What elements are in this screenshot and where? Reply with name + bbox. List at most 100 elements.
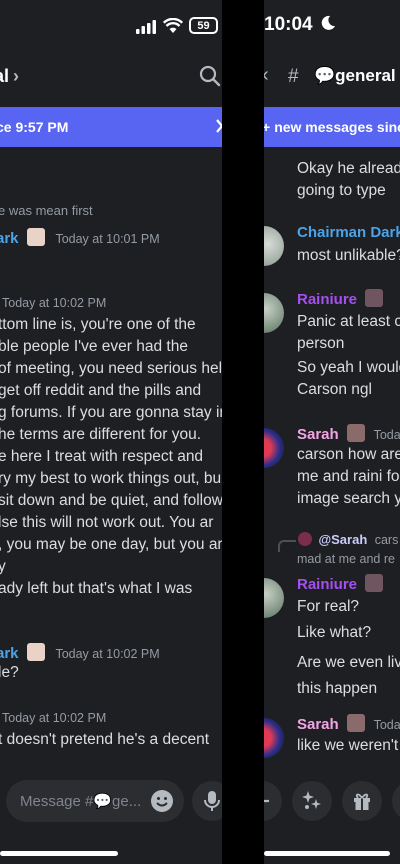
emoji-icon[interactable] <box>150 789 174 818</box>
status-bar-right: 10:04 <box>264 0 400 52</box>
role-badge-icon <box>365 289 384 307</box>
battery-icon: 59 <box>189 17 218 34</box>
avatar[interactable] <box>264 293 284 333</box>
apps-button[interactable] <box>392 781 400 821</box>
avatar[interactable] <box>264 226 284 266</box>
message-line: For real? <box>297 598 360 615</box>
search-icon[interactable] <box>199 65 221 92</box>
message-text: like we weren't <box>297 737 399 754</box>
avatar[interactable] <box>264 578 284 618</box>
message-line: get off reddit and the pills and <box>0 382 202 399</box>
message-placeholder: Message #💬ge... <box>20 793 142 810</box>
message-line: e here I treat with respect and <box>0 448 204 465</box>
message-line: Are we even liv <box>297 654 400 671</box>
wifi-icon <box>162 17 184 39</box>
message-line: Panic at least c <box>297 313 400 330</box>
message-line: image search yo <box>297 490 400 507</box>
author-name[interactable]: ark <box>0 230 19 247</box>
home-indicator <box>264 851 390 856</box>
split-divider <box>222 0 264 864</box>
message-header: Sarah Today <box>297 424 400 444</box>
mic-icon[interactable] <box>192 781 222 821</box>
message-text: t doesn't pretend he's a decent <box>0 731 210 748</box>
author-name[interactable]: Chairman Dark <box>297 224 400 241</box>
message-line: person <box>297 335 345 352</box>
reply-connector <box>278 540 296 552</box>
message-header: Sarah Today <box>297 714 400 734</box>
message-text: ady left but that's what I was <box>0 580 193 597</box>
role-badge-icon <box>347 714 366 732</box>
clock: 10:04 <box>264 14 336 37</box>
message-line: Okay he alread <box>297 160 400 177</box>
reply-text: cars <box>374 533 399 547</box>
reply-text: mad at me and re <box>297 552 395 566</box>
reply-snippet[interactable]: e was mean first <box>0 203 93 218</box>
home-indicator <box>0 851 118 856</box>
new-messages-banner[interactable]: + new messages since <box>264 107 400 147</box>
message-line: ry my best to work things out, bu <box>0 470 222 487</box>
message-body: Okay he alread going to type <box>297 158 400 202</box>
role-badge-icon <box>26 228 45 246</box>
left-pane: 59 al› ce 9:57 PM e was mean first ark T… <box>0 0 222 864</box>
timestamp: Today <box>373 428 400 442</box>
reply-mention: @Sarah <box>318 532 368 547</box>
channel-header-left: al› <box>0 52 222 104</box>
hash-icon: # <box>288 66 299 87</box>
banner-text: ce 9:57 PM <box>0 119 69 135</box>
author-name[interactable]: Rainiure <box>297 291 357 308</box>
message-body: So yeah I would Carson ngl <box>297 357 400 401</box>
new-messages-banner[interactable]: ce 9:57 PM <box>0 107 222 147</box>
message-line: g forums. If you are gonna stay in <box>0 404 222 421</box>
channel-header-right: ‹ # 💬general <box>264 52 400 104</box>
role-badge-icon <box>26 643 45 661</box>
author-name[interactable]: Rainiure <box>297 576 357 593</box>
message-line: me and raini fo <box>297 468 400 485</box>
message-header: ark Today at 10:02 PM <box>0 643 160 663</box>
message-line: ttom line is, you're one of the <box>0 316 196 333</box>
message-header: Rainiure <box>297 574 384 594</box>
battery-level: 59 <box>197 19 210 32</box>
signal-icon <box>136 20 156 39</box>
timestamp: Today at 10:02 PM <box>2 296 107 310</box>
role-badge-icon <box>365 574 384 592</box>
timestamp: Today at 10:02 PM <box>55 647 160 661</box>
message-line: Like what? <box>297 624 372 641</box>
role-badge-icon <box>347 424 366 442</box>
channel-title[interactable]: al› <box>0 66 19 87</box>
sparkle-icon[interactable] <box>292 781 332 821</box>
composer-right <box>264 772 400 830</box>
message-input[interactable]: Message #💬ge... <box>6 780 184 822</box>
message-header: ark Today at 10:01 PM <box>0 228 160 248</box>
plus-icon[interactable] <box>264 781 282 821</box>
moon-icon <box>320 15 336 37</box>
avatar[interactable] <box>264 718 284 758</box>
composer-left: Message #💬ge... <box>0 772 222 830</box>
message-line: , you may be one day, but you ar <box>0 536 222 553</box>
author-name[interactable]: ark <box>0 645 19 662</box>
message-line: he terms are different for you. <box>0 426 202 443</box>
message-text: most unlikable? <box>297 247 400 264</box>
author-name[interactable]: Sarah <box>297 716 339 733</box>
message-body: Panic at least c person <box>297 311 400 355</box>
timestamp: Today at 10:02 PM <box>2 711 107 725</box>
message-line: this happen <box>297 680 378 697</box>
message-text: le? <box>0 664 19 681</box>
author-name[interactable]: Sarah <box>297 426 339 443</box>
timestamp: Today <box>373 718 400 732</box>
message-line: y <box>0 558 6 575</box>
message-line: of meeting, you need serious help <box>0 360 222 377</box>
status-bar-left: 59 <box>0 0 222 52</box>
message-line: ble people I've ever had the <box>0 338 188 355</box>
message-line: sit down and be quiet, and follow <box>0 492 222 509</box>
timestamp: Today at 10:01 PM <box>55 232 160 246</box>
channel-name[interactable]: 💬general <box>314 66 396 86</box>
avatar[interactable] <box>264 428 284 468</box>
banner-text: new messages since <box>274 119 400 135</box>
message-line: Carson ngl <box>297 381 372 398</box>
gift-icon[interactable] <box>342 781 382 821</box>
reply-preview[interactable]: @Sarah cars <box>298 531 398 549</box>
message-body: carson how are me and raini fo image searc… <box>297 444 400 510</box>
message-body: ttom line is, you're one of the ble peopl… <box>0 314 222 578</box>
back-icon[interactable]: ‹ <box>264 64 269 87</box>
avatar <box>298 532 312 546</box>
